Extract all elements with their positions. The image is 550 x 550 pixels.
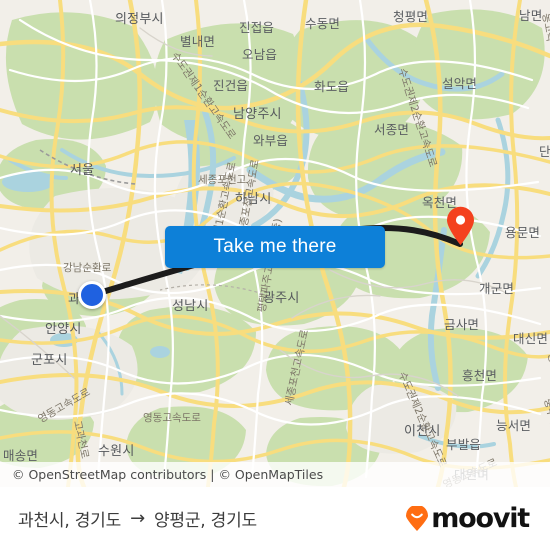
- map-label: 서종면: [374, 122, 410, 137]
- attribution-separator: |: [210, 467, 215, 482]
- map-attribution: © OpenStreetMap contributors | © OpenMap…: [0, 462, 550, 487]
- moovit-logo[interactable]: moovit: [404, 503, 530, 534]
- map-label: 용문면: [505, 225, 541, 240]
- trip-summary: 과천시, 경기도 → 양평군, 경기도: [18, 506, 257, 531]
- map-label: 영동고속도로: [143, 412, 201, 424]
- trip-origin: 과천시, 경기도: [18, 511, 122, 531]
- map-label: 진건읍: [213, 78, 249, 93]
- map-label: 수동면: [305, 16, 341, 31]
- map-label: 부발읍: [446, 437, 482, 452]
- map-label: 개군면: [479, 281, 515, 296]
- moovit-wordmark: moovit: [431, 503, 530, 534]
- take-me-there-button[interactable]: Take me there: [165, 226, 385, 268]
- map-label: 설악면: [442, 76, 478, 91]
- map-label: 오남읍: [242, 47, 278, 62]
- attribution-openmaptiles[interactable]: © OpenMapTiles: [218, 467, 323, 482]
- origin-marker[interactable]: [78, 281, 106, 309]
- map-label: 서울: [70, 163, 95, 178]
- footer-bar: 과천시, 경기도 → 양평군, 경기도 moovit: [0, 487, 550, 550]
- map-label: 수원시: [98, 444, 135, 459]
- map-label: 남양주시: [233, 107, 282, 122]
- map-label: 의정부시: [115, 12, 164, 27]
- destination-marker[interactable]: [446, 206, 475, 246]
- map-label: 별내면: [180, 34, 216, 49]
- attribution-osm[interactable]: © OpenStreetMap contributors: [12, 467, 206, 482]
- map-label: 군포시: [31, 353, 68, 368]
- map-label: 안양시: [45, 322, 82, 337]
- map-label: 청평면: [393, 9, 429, 24]
- map-label: 화도읍: [314, 79, 350, 94]
- map-label: 금사면: [444, 317, 480, 332]
- map-label: 와부읍: [253, 133, 289, 148]
- moovit-trip-map-page: .g { fill:#c9dfae; } .g2 { fill:#d6e7bf;…: [0, 0, 550, 550]
- map-label: 대신면: [513, 331, 549, 346]
- map-label: 성남시: [172, 299, 209, 314]
- map-label: 능서면: [496, 418, 532, 433]
- map-label: 강남순환로: [63, 262, 112, 274]
- trip-destination: 양평군, 경기도: [153, 511, 258, 531]
- map-label: 단: [539, 144, 550, 159]
- map-canvas[interactable]: .g { fill:#c9dfae; } .g2 { fill:#d6e7bf;…: [0, 0, 550, 487]
- moovit-pin-icon: [406, 505, 429, 531]
- map-label: 진접읍: [239, 20, 275, 35]
- map-label: 흥천면: [462, 368, 498, 383]
- arrow-right-icon: →: [130, 508, 145, 529]
